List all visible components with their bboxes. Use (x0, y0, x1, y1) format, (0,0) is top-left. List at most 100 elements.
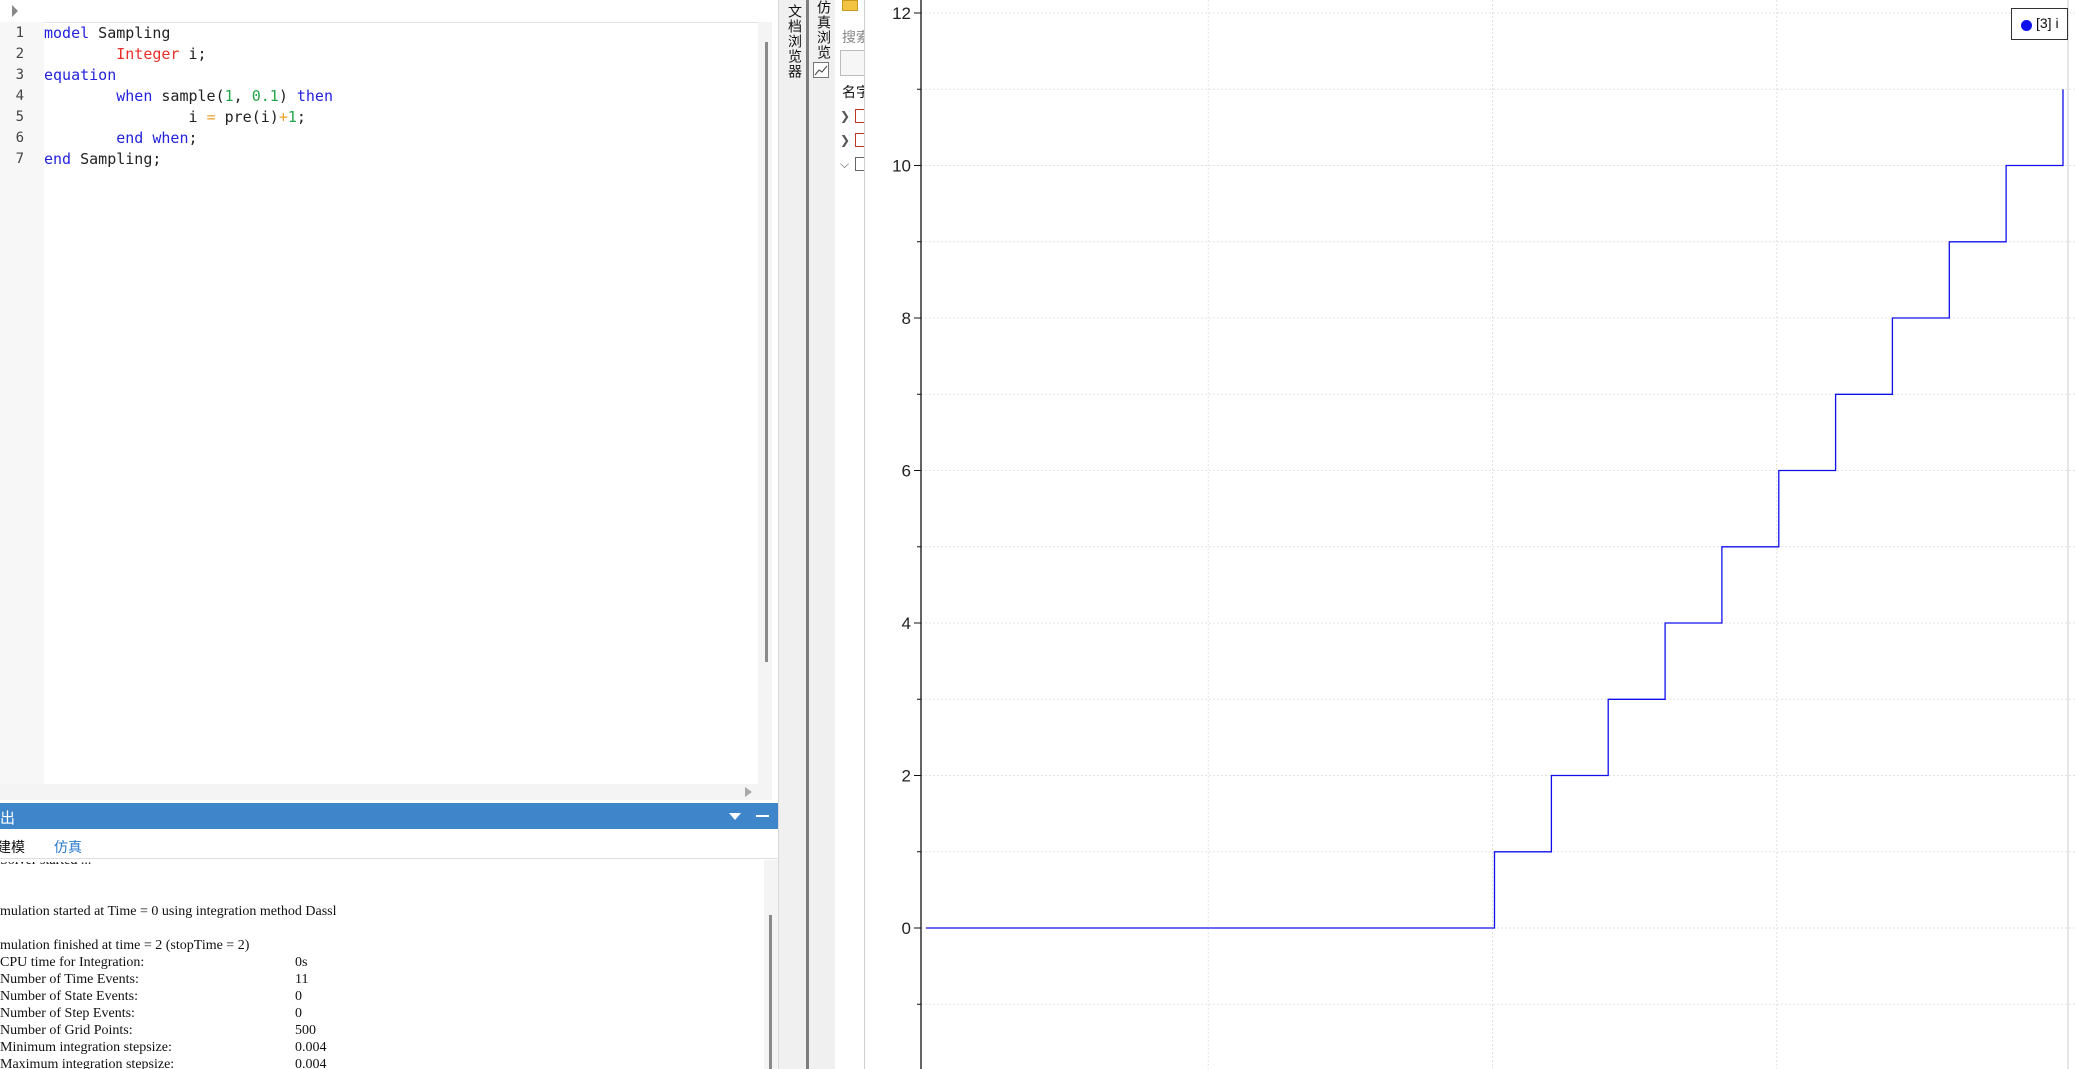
code-token: end when (116, 129, 189, 147)
code-token: equation (44, 66, 117, 84)
code-line[interactable]: when sample(1, 0.1) then (44, 86, 333, 107)
code-token: sample( (152, 87, 225, 105)
scroll-right-arrow-icon[interactable] (745, 787, 752, 797)
code-token: model (44, 24, 90, 42)
y-tick-label: 8 (902, 309, 911, 328)
log-line: mulation finished at time = 2 (stopTime … (0, 938, 250, 953)
editor-vertical-scrollbar[interactable] (758, 22, 772, 784)
code-token: when (116, 87, 153, 105)
line-number: 7 (15, 151, 24, 167)
document-browser-dock: 文档浏览器 (778, 0, 807, 1069)
code-token: end (44, 150, 72, 168)
code-token: pre(i) (215, 108, 279, 126)
panel-minimize-icon[interactable] (756, 815, 769, 817)
code-line[interactable]: end Sampling; (44, 149, 161, 170)
result-file-icon[interactable] (855, 133, 864, 147)
editor-horizontal-scrollbar[interactable] (0, 784, 772, 800)
chevron-right-icon[interactable]: ❯ (840, 109, 850, 123)
line-number: 2 (15, 46, 24, 62)
tab-modeling[interactable]: 建模 (0, 837, 25, 857)
code-token: Sampling (89, 24, 171, 42)
plot-window[interactable]: 0 2 4 6 8 10 12 [3] i (865, 0, 2076, 1069)
code-token: = (206, 108, 216, 126)
code-line[interactable]: model Sampling (44, 23, 170, 44)
log-value: 0 (295, 989, 302, 1004)
code-token: 1 (287, 108, 297, 126)
y-tick-label: 2 (902, 767, 911, 786)
scrollbar-thumb[interactable] (765, 42, 768, 662)
tab-simulation-browser[interactable]: 仿真浏览 (813, 0, 833, 60)
code-editor[interactable]: 1234567 model Sampling Integer i; equatio… (0, 0, 772, 800)
code-token: 0.1 (251, 87, 279, 105)
log-value: 0.004 (295, 1057, 327, 1069)
code-area[interactable]: model Sampling Integer i; equation when s… (44, 22, 758, 784)
line-number: 4 (15, 88, 24, 104)
code-token: Sampling; (71, 150, 162, 168)
log-line: Number of Step Events: (0, 1006, 135, 1021)
line-number: 5 (15, 109, 24, 125)
log-line: Solver started ... (0, 862, 91, 869)
code-line[interactable]: equation (44, 65, 116, 86)
log-line: Maximum integration stepsize: (0, 1057, 175, 1069)
log-value: 0.004 (295, 1040, 327, 1055)
code-token: i (44, 108, 207, 126)
code-line[interactable]: end when; (44, 128, 198, 149)
folder-icon[interactable] (842, 0, 858, 11)
result-file-icon[interactable] (855, 109, 864, 123)
log-value: 500 (295, 1023, 316, 1038)
expand-arrow-icon[interactable] (12, 5, 18, 17)
line-number: 1 (15, 25, 24, 41)
log-line: mulation started at Time = 0 using integ… (0, 904, 337, 919)
scrollbar-thumb[interactable] (769, 915, 772, 1069)
code-token: + (278, 108, 288, 126)
simulation-browser-dock: 仿真浏览 (809, 0, 836, 1069)
tab-document-browser[interactable]: 文档浏览器 (784, 4, 804, 79)
code-line[interactable]: Integer i; (44, 44, 207, 65)
chart-icon[interactable] (813, 62, 829, 78)
code-token: i; (179, 45, 207, 63)
line-number: 3 (15, 67, 24, 83)
log-value: 11 (295, 972, 309, 987)
log-line: Number of State Events: (0, 989, 139, 1004)
code-line[interactable]: i = pre(i)+1; (44, 107, 306, 128)
plot-legend[interactable]: [3] i (2011, 8, 2068, 40)
y-tick-label: 0 (902, 919, 911, 938)
log-line: Number of Grid Points: (0, 1023, 133, 1038)
code-token: ; (188, 129, 198, 147)
y-tick-label: 6 (902, 462, 911, 481)
simulation-browser-panel: 搜索 名字 ❯ ❯ ⌵ (835, 0, 865, 1069)
output-panel: 出 建模 仿真 Solver started ... mulation start… (0, 800, 778, 1069)
code-token: then (296, 87, 333, 105)
code-token: ; (296, 108, 306, 126)
log-line: Number of Time Events: (0, 972, 139, 987)
series-line-0 (926, 89, 2064, 929)
y-tick-label: 10 (892, 157, 911, 176)
output-tabs: 建模 仿真 (0, 834, 778, 859)
code-token: ) (278, 87, 297, 105)
legend-series-label: [3] i (2036, 15, 2059, 31)
output-vertical-scrollbar[interactable] (764, 860, 778, 1069)
search-input[interactable] (840, 50, 864, 76)
result-file-icon[interactable] (855, 157, 864, 171)
output-panel-title: 出 (0, 809, 16, 827)
log-line: Minimum integration stepsize: (0, 1040, 172, 1055)
code-token: 1 (224, 87, 234, 105)
tab-simulation[interactable]: 仿真 (54, 837, 82, 857)
y-tick-label: 12 (892, 4, 911, 23)
panel-menu-dropdown-icon[interactable] (729, 813, 741, 820)
column-header-name[interactable]: 名字 (842, 82, 864, 102)
chevron-down-icon[interactable]: ⌵ (840, 157, 849, 172)
code-token: Integer (116, 45, 180, 63)
log-value: 0 (295, 1006, 302, 1021)
search-label: 搜索 (842, 30, 864, 46)
log-value: 0s (295, 955, 308, 970)
line-number: 6 (15, 130, 24, 146)
plot-canvas[interactable]: 0 2 4 6 8 10 12 (865, 0, 2076, 1069)
output-log: Solver started ... mulation started at Ti… (0, 862, 764, 1069)
chevron-right-icon[interactable]: ❯ (840, 133, 850, 147)
editor-toolbar (0, 0, 772, 23)
code-token: , (233, 87, 252, 105)
